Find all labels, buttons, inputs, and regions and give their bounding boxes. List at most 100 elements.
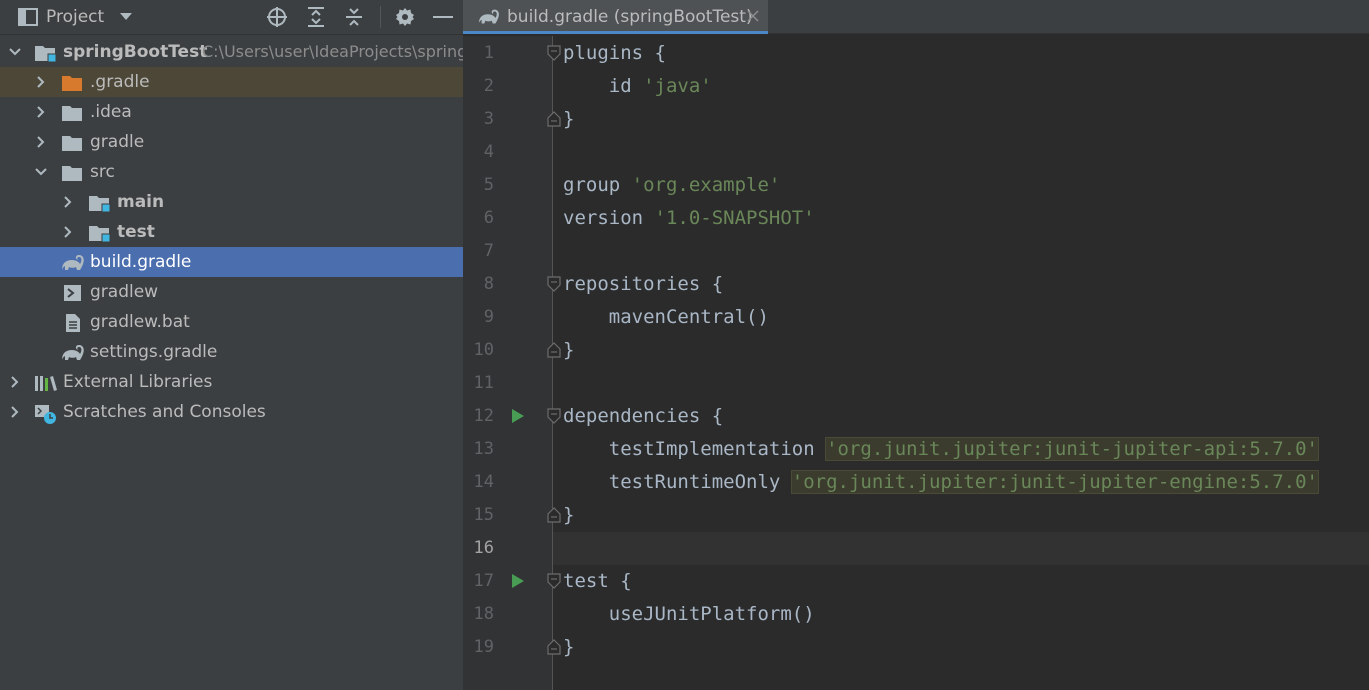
- tree-item-label: test: [117, 222, 155, 242]
- tab-build-gradle[interactable]: build.gradle (springBootTest): [463, 0, 768, 34]
- fold-end-icon[interactable]: [547, 507, 561, 523]
- tree-item-scratches-and-consoles[interactable]: Scratches and Consoles: [0, 397, 463, 427]
- tree-item-gradlew-bat[interactable]: gradlew.bat: [0, 307, 463, 337]
- line-number: 9: [483, 307, 494, 327]
- tree-item-build-gradle[interactable]: build.gradle: [0, 247, 463, 277]
- line-number: 11: [473, 373, 494, 393]
- fold-end-icon[interactable]: [547, 639, 561, 655]
- run-icon[interactable]: [511, 408, 525, 424]
- library-icon: [35, 376, 57, 391]
- tree-item-label: build.gradle: [90, 252, 192, 272]
- chevron-right-icon[interactable]: [34, 75, 48, 89]
- code-line[interactable]: useJUnitPlatform(): [563, 598, 815, 631]
- tree-item-main[interactable]: main: [0, 187, 463, 217]
- tree-item-label: .gradle: [90, 72, 150, 92]
- ide-window: Project springBootTest C:\Users\user\Ide…: [0, 0, 1369, 690]
- dropdown-icon[interactable]: [116, 0, 136, 34]
- code-line[interactable]: mavenCentral(): [563, 301, 769, 334]
- string-literal: 'org.junit.jupiter:junit-jupiter-engine:…: [790, 470, 1319, 494]
- current-line-highlight: [553, 532, 1369, 565]
- tree-item-label: Scratches and Consoles: [63, 402, 266, 422]
- chevron-right-icon[interactable]: [61, 195, 75, 209]
- editor-panel: build.gradle (springBootTest) 1 plugins {…: [463, 0, 1369, 690]
- code-token: repositories {: [563, 273, 724, 295]
- code-line[interactable]: group 'org.example': [563, 169, 780, 202]
- line-number: 8: [483, 274, 494, 294]
- tree-item-external-libraries[interactable]: External Libraries: [0, 367, 463, 397]
- line-number: 17: [473, 571, 494, 591]
- minimize-icon[interactable]: [432, 0, 454, 34]
- module-folder-icon: [89, 226, 111, 243]
- line-number: 3: [483, 109, 494, 129]
- tree-item-label: External Libraries: [63, 372, 213, 392]
- code-line[interactable]: repositories {: [563, 268, 723, 301]
- tree-item-gradle[interactable]: gradle: [0, 127, 463, 157]
- tree-item-settings-gradle[interactable]: settings.gradle: [0, 337, 463, 367]
- code-token: mavenCentral(): [563, 306, 769, 328]
- run-icon[interactable]: [511, 573, 525, 589]
- tree-item-gradlew[interactable]: gradlew: [0, 277, 463, 307]
- code-token: dependencies {: [563, 405, 724, 427]
- code-token: }: [563, 108, 575, 130]
- text-file-icon: [66, 314, 80, 332]
- project-toolbar: Project: [0, 0, 463, 35]
- code-line[interactable]: dependencies {: [563, 400, 723, 433]
- code-line[interactable]: id 'java': [563, 70, 712, 103]
- line-number: 15: [473, 505, 494, 525]
- line-number: 13: [473, 439, 494, 459]
- tree-item-src[interactable]: src: [0, 157, 463, 187]
- tree-item-test[interactable]: test: [0, 217, 463, 247]
- code-token: version: [563, 207, 655, 229]
- excluded-folder-icon: [62, 76, 82, 91]
- fold-start-icon[interactable]: [547, 573, 561, 589]
- scratches-icon: [35, 405, 56, 424]
- module-folder-icon: [89, 196, 111, 213]
- chevron-right-icon[interactable]: [8, 405, 22, 419]
- chevron-right-icon[interactable]: [61, 225, 75, 239]
- code-line[interactable]: test {: [563, 565, 632, 598]
- project-view-icon[interactable]: [17, 0, 39, 34]
- line-number: 1: [483, 43, 494, 63]
- code-token: }: [563, 339, 575, 361]
- code-line[interactable]: testRuntimeOnly 'org.junit.jupiter:junit…: [563, 466, 1319, 499]
- code-token: group: [563, 174, 632, 196]
- line-number: 10: [473, 340, 494, 360]
- shell-script-icon: [64, 285, 81, 301]
- close-icon[interactable]: [746, 9, 760, 23]
- line-number: 7: [483, 241, 494, 261]
- project-title[interactable]: Project: [46, 7, 104, 27]
- code-line[interactable]: version '1.0-SNAPSHOT': [563, 202, 815, 235]
- gear-icon[interactable]: [393, 0, 417, 34]
- project-panel: Project springBootTest C:\Users\user\Ide…: [0, 0, 463, 690]
- folder-icon: [62, 136, 82, 151]
- expand-all-icon[interactable]: [305, 0, 327, 34]
- editor-tab-bar: build.gradle (springBootTest): [463, 0, 1369, 34]
- collapse-all-icon[interactable]: [343, 0, 365, 34]
- chevron-right-icon[interactable]: [34, 105, 48, 119]
- code-line[interactable]: testImplementation 'org.junit.jupiter:ju…: [563, 433, 1319, 466]
- code-token: test {: [563, 570, 632, 592]
- chevron-down-icon[interactable]: [8, 45, 22, 59]
- fold-end-icon[interactable]: [547, 342, 561, 358]
- chevron-right-icon[interactable]: [34, 135, 48, 149]
- code-line[interactable]: }: [563, 334, 574, 367]
- tree-item-dot-gradle[interactable]: .gradle: [0, 67, 463, 97]
- code-line[interactable]: }: [563, 631, 574, 664]
- tree-item-springboottest[interactable]: springBootTest C:\Users\user\IdeaProject…: [0, 37, 463, 67]
- chevron-down-icon[interactable]: [34, 165, 48, 179]
- code-line[interactable]: plugins {: [563, 37, 666, 70]
- tree-item-dot-idea[interactable]: .idea: [0, 97, 463, 127]
- fold-start-icon[interactable]: [547, 45, 561, 61]
- gradle-icon: [62, 345, 84, 360]
- line-number: 4: [483, 142, 494, 162]
- code-line[interactable]: }: [563, 499, 574, 532]
- locate-icon[interactable]: [265, 0, 289, 34]
- fold-start-icon[interactable]: [547, 276, 561, 292]
- code-token: useJUnitPlatform(): [563, 603, 815, 625]
- tree-item-label: src: [90, 162, 115, 182]
- fold-end-icon[interactable]: [547, 111, 561, 127]
- toolbar-separator: [379, 0, 381, 34]
- chevron-right-icon[interactable]: [8, 375, 22, 389]
- fold-start-icon[interactable]: [547, 408, 561, 424]
- code-line[interactable]: }: [563, 103, 574, 136]
